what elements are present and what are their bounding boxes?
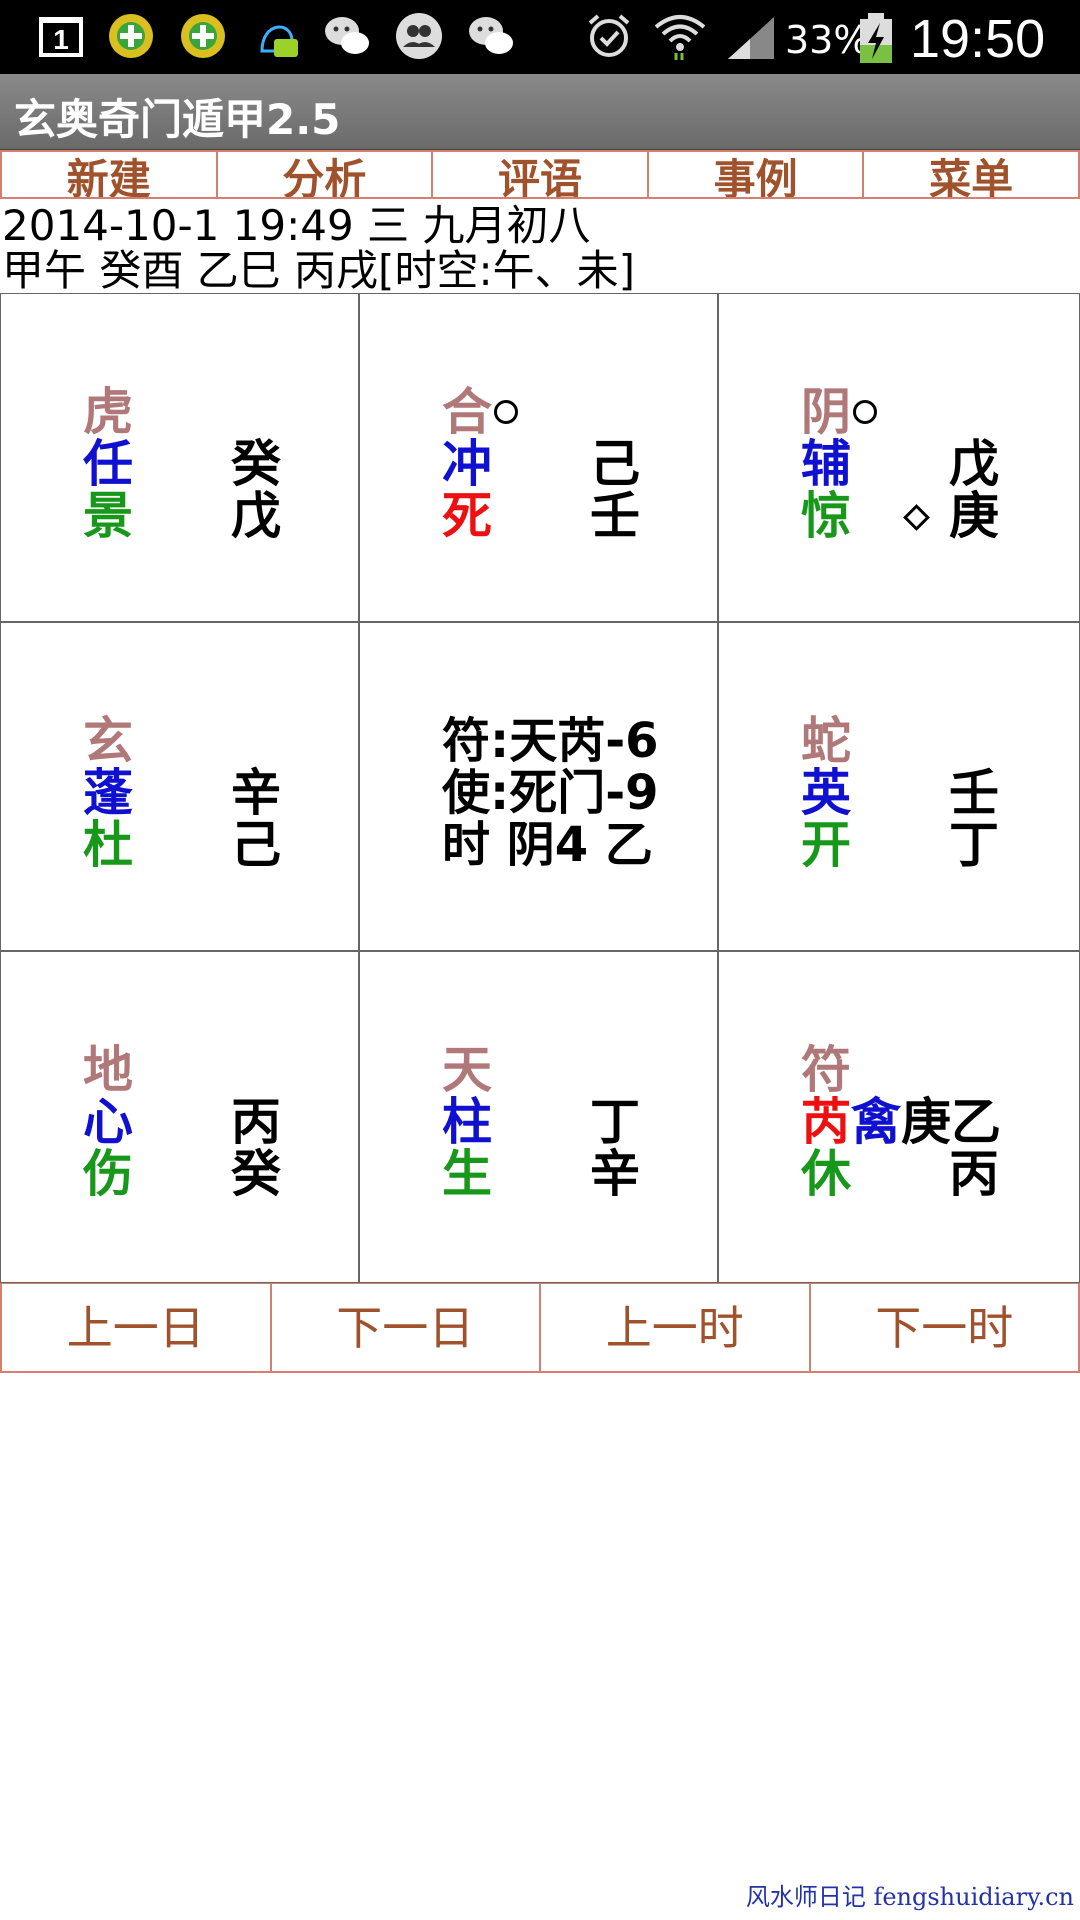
palace-star: 蓬 [83, 764, 133, 822]
palace-stem-lower: 壬 [590, 487, 640, 545]
menu-new[interactable]: 新建 [0, 152, 218, 197]
palace-door: 杜 [83, 816, 133, 874]
palace-star: 任 [83, 435, 133, 493]
prev-day-button[interactable]: 上一日 [0, 1284, 272, 1371]
next-day-button[interactable]: 下一日 [272, 1284, 541, 1371]
app-plus-icon [106, 11, 156, 61]
palace-star-b: 禽 [851, 1093, 901, 1151]
app-plus-icon-2 [178, 11, 228, 61]
palace-star: 心 [83, 1093, 133, 1151]
palace-stem-upper: 壬 [949, 764, 999, 822]
palace-top-right[interactable]: 阴 辅 惊 戊 庚 [718, 293, 1080, 622]
menu-examples[interactable]: 事例 [649, 152, 865, 197]
battery-percent: 33% [785, 18, 870, 62]
palace-star: 英 [801, 764, 851, 822]
menu-menu[interactable]: 菜单 [864, 152, 1080, 197]
palace-door: 死 [442, 487, 492, 545]
palace-stem-upper: 丁 [590, 1093, 640, 1151]
void-circle-icon [853, 400, 877, 424]
palace-star-a: 芮 [801, 1093, 851, 1151]
palace-bottom-center[interactable]: 天 柱 生 丁 辛 [359, 951, 718, 1283]
palace-stem-lower: 丁 [949, 816, 999, 874]
palace-door: 伤 [83, 1145, 133, 1203]
wechat-icon [322, 11, 372, 61]
qq-message-icon [252, 11, 302, 61]
palace-god: 地 [83, 1041, 133, 1099]
palace-stem-a: 庚 [901, 1093, 951, 1151]
alarm-icon [584, 11, 634, 61]
qimen-grid: 虎 任 景 癸 戊 合 冲 死 己 壬 阴 辅 惊 戊 庚 玄 蓬 杜 辛 己 … [0, 293, 1080, 1283]
palace-bottom-right[interactable]: 符 芮 禽 庚 乙 休 丙 [718, 951, 1080, 1283]
palace-god: 玄 [83, 712, 133, 770]
palace-stem-lower: 癸 [231, 1145, 281, 1203]
palace-door: 惊 [801, 487, 851, 545]
group-chat-icon [394, 11, 444, 61]
calendar-notification-icon: 1 [36, 11, 86, 61]
palace-stem-lower: 庚 [949, 487, 999, 545]
date-time-info: 2014-10-1 19:49 三 九月初八 [2, 201, 591, 250]
palace-stem-b: 乙 [951, 1093, 1001, 1151]
palace-door: 开 [801, 816, 851, 874]
palace-stem-lower: 丙 [949, 1145, 999, 1203]
next-hour-button[interactable]: 下一时 [811, 1284, 1080, 1371]
palace-god: 蛇 [801, 712, 851, 770]
palace-center[interactable]: 符:天芮-6 使:死门-9 时 阴4 乙 [359, 622, 718, 951]
app-title: 玄奥奇门遁甲2.5 [14, 95, 341, 144]
palace-stem-upper: 戊 [949, 435, 999, 493]
palace-stem-upper: 己 [590, 435, 640, 493]
center-ju-line: 时 阴4 乙 [442, 817, 653, 873]
ganzhi-info: 甲午 癸酉 乙巳 丙戌[时空:午、未] [2, 246, 635, 295]
palace-stem-upper: 丙 [231, 1093, 281, 1151]
palace-door: 生 [442, 1145, 492, 1203]
palace-bottom-left[interactable]: 地 心 伤 丙 癸 [0, 951, 359, 1283]
app-title-bar: 玄奥奇门遁甲2.5 [0, 74, 1080, 150]
palace-stem-lower: 己 [231, 816, 281, 874]
palace-god: 阴 [801, 383, 851, 441]
center-fu-line: 符:天芮-6 [442, 713, 659, 769]
palace-star: 辅 [801, 435, 851, 493]
palace-stem-lower: 戊 [231, 487, 281, 545]
palace-stem-upper: 辛 [231, 764, 281, 822]
signal-icon [724, 11, 774, 61]
wifi-icon [654, 11, 706, 61]
palace-star: 冲 [442, 435, 492, 493]
wechat-icon-2 [466, 11, 516, 61]
battery-charging-icon [858, 11, 894, 63]
center-shi-line: 使:死门-9 [442, 765, 659, 821]
status-bar: 1 33% 19:50 [0, 0, 1080, 74]
palace-door: 景 [83, 487, 133, 545]
palace-star: 柱 [442, 1093, 492, 1151]
palace-stem-upper: 癸 [231, 435, 281, 493]
palace-door: 休 [801, 1145, 851, 1203]
palace-god: 天 [442, 1041, 492, 1099]
clock: 19:50 [910, 9, 1046, 69]
palace-stem-lower: 辛 [590, 1145, 640, 1203]
menu-comments[interactable]: 评语 [433, 152, 649, 197]
horse-diamond-icon [903, 504, 930, 531]
palace-god: 符 [801, 1041, 851, 1099]
void-circle-icon [494, 400, 518, 424]
menu-bar: 新建 分析 评语 事例 菜单 [0, 150, 1080, 199]
palace-top-left[interactable]: 虎 任 景 癸 戊 [0, 293, 359, 622]
palace-god: 虎 [83, 383, 133, 441]
palace-god: 合 [442, 383, 492, 441]
watermark: 风水师日记 fengshuidiary.cn [745, 1883, 1074, 1911]
menu-analyze[interactable]: 分析 [218, 152, 434, 197]
palace-mid-left[interactable]: 玄 蓬 杜 辛 己 [0, 622, 359, 951]
palace-mid-right[interactable]: 蛇 英 开 壬 丁 [718, 622, 1080, 951]
svg-text:1: 1 [53, 24, 69, 55]
palace-top-center[interactable]: 合 冲 死 己 壬 [359, 293, 718, 622]
prev-hour-button[interactable]: 上一时 [541, 1284, 811, 1371]
navigation-bar: 上一日 下一日 上一时 下一时 [0, 1283, 1080, 1373]
